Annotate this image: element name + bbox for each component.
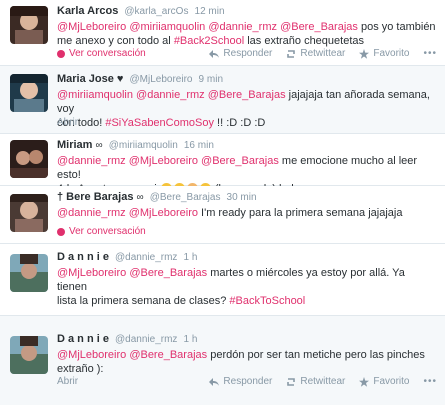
mention-link[interactable]: @Bere_Barajas: [201, 155, 279, 167]
tweet-text-part: I'm ready para la primera semana jajajaj…: [201, 207, 403, 219]
avatar[interactable]: [10, 336, 48, 374]
tweet-text-part: me anexo y con todo al: [57, 35, 171, 47]
tweet-timestamp[interactable]: 9 min: [199, 74, 223, 85]
reply-icon: [209, 49, 220, 58]
conversation-icon: [57, 227, 65, 236]
retweet-label: Retwittear: [300, 48, 346, 59]
reply-label: Responder: [223, 376, 273, 387]
tweet-item[interactable]: Maria Jose ♥ @MjLeboreiro 9 min @miriiam…: [0, 66, 445, 134]
tweet-item[interactable]: † Bere Barajas ∞ @Bere_Barajas 30 min @d…: [0, 186, 445, 244]
tweet-text: @MjLeboreiro @Bere_Barajas martes o miér…: [57, 266, 437, 308]
name-badge: ∞: [136, 192, 144, 203]
view-conversation-link[interactable]: Ver conversación: [57, 48, 146, 59]
mention-link[interactable]: @MjLeboreiro: [129, 207, 198, 219]
view-conversation-label: Ver conversación: [69, 226, 146, 237]
reply-label: Responder: [223, 48, 273, 59]
tweet-fullname[interactable]: D a n n i e: [57, 251, 109, 263]
mention-link[interactable]: @miriiamquolin: [129, 21, 205, 33]
tweet-username[interactable]: @miriiamquolin: [109, 140, 178, 151]
tweet-item[interactable]: Karla Arcos @karla_arcOs 12 min @MjLebor…: [0, 0, 445, 66]
tweet-text-part: pos yo también: [360, 21, 436, 33]
reply-button[interactable]: Responder: [209, 376, 272, 387]
mention-link[interactable]: @dannie_rmz: [57, 207, 126, 219]
mention-link[interactable]: @MjLeboreiro: [57, 267, 126, 279]
tweet-timestamp[interactable]: 16 min: [184, 140, 214, 151]
tweet-fullname[interactable]: D a n n i e: [57, 333, 109, 345]
tweet-item[interactable]: Miriam ∞ @miriiamquolin 16 min @dannie_r…: [0, 134, 445, 195]
tweet-fullname[interactable]: Karla Arcos: [57, 5, 118, 17]
star-icon: [359, 376, 370, 387]
hashtag-link[interactable]: #BackToSchool: [229, 295, 305, 307]
tweet-timestamp[interactable]: 30 min: [227, 192, 257, 203]
retweet-icon: [287, 377, 296, 386]
more-options-button[interactable]: •••: [423, 48, 437, 59]
tweet-username[interactable]: @MjLeboreiro: [130, 74, 193, 85]
favorite-label: Favorito: [373, 376, 410, 387]
mention-link[interactable]: @Bere_Barajas: [280, 21, 358, 33]
tweet-actions: Responder Retwittear Favorito •••: [209, 48, 437, 59]
avatar[interactable]: [10, 74, 48, 112]
retweet-label: Retwittear: [300, 376, 346, 387]
avatar[interactable]: [10, 194, 48, 232]
tweet-timestamp[interactable]: 1 h: [184, 252, 198, 263]
retweet-button[interactable]: Retwittear: [286, 376, 345, 387]
retweet-button[interactable]: Retwittear: [286, 48, 345, 59]
tweet-timestamp[interactable]: 12 min: [195, 6, 225, 17]
tweet-username[interactable]: @karla_arcOs: [124, 6, 188, 17]
avatar[interactable]: [10, 140, 48, 178]
tweet-fullname[interactable]: † Bere Barajas: [57, 191, 133, 203]
mention-link[interactable]: @Bere_Barajas: [208, 89, 286, 101]
tweet-text: @dannie_rmz @MjLeboreiro I'm ready para …: [57, 206, 437, 220]
tweet-item[interactable]: D a n n i e @dannie_rmz 1 h @MjLeboreiro…: [0, 316, 445, 405]
mention-link[interactable]: @Bere_Barajas: [129, 349, 207, 361]
tweet-item[interactable]: D a n n i e @dannie_rmz 1 h @MjLeboreiro…: [0, 244, 445, 316]
name-badge: ∞: [95, 140, 103, 151]
favorite-button[interactable]: Favorito: [359, 48, 409, 59]
mention-link[interactable]: @MjLeboreiro: [129, 155, 198, 167]
timeline: Karla Arcos @karla_arcOs 12 min @MjLebor…: [0, 0, 445, 405]
mention-link[interactable]: @miriiamquolin: [57, 89, 133, 101]
tweet-timestamp[interactable]: 1 h: [184, 334, 198, 345]
mention-link[interactable]: @Bere_Barajas: [129, 267, 207, 279]
reply-button[interactable]: Responder: [209, 48, 272, 59]
view-conversation-link[interactable]: Ver conversación: [57, 226, 146, 237]
retweet-icon: [287, 49, 296, 58]
mention-link[interactable]: @dannie_rmz: [57, 155, 126, 167]
tweet-text: @MjLeboreiro @miriiamquolin @dannie_rmz …: [57, 20, 437, 48]
tweet-username[interactable]: @dannie_rmz: [115, 334, 177, 345]
tweet-text-part: extraño ):: [57, 363, 104, 375]
star-icon: [359, 48, 370, 59]
tweet-actions: Responder Retwittear Favorito •••: [209, 376, 437, 387]
expand-tweet-link[interactable]: Abrir: [57, 376, 78, 387]
tweet-username[interactable]: @dannie_rmz: [115, 252, 177, 263]
mention-link[interactable]: @dannie_rmz: [136, 89, 205, 101]
mention-link[interactable]: @MjLeboreiro: [57, 21, 126, 33]
view-conversation-label: Ver conversación: [69, 48, 146, 59]
avatar[interactable]: [10, 254, 48, 292]
mention-link[interactable]: @MjLeboreiro: [57, 349, 126, 361]
tweet-text-part: perdón por ser tan metiche pero las pinc…: [210, 349, 425, 361]
tweet-fullname[interactable]: Maria Jose ♥: [57, 73, 123, 85]
favorite-button[interactable]: Favorito: [359, 376, 409, 387]
tweet-text-part: las extraño chequetetas: [247, 35, 365, 47]
hashtag-link[interactable]: #Back2School: [174, 35, 244, 47]
expand-tweet-link[interactable]: Abrir: [57, 117, 78, 128]
avatar[interactable]: [10, 6, 48, 44]
tweet-text: @MjLeboreiro @Bere_Barajas perdón por se…: [57, 348, 437, 376]
tweet-username[interactable]: @Bere_Barajas: [150, 192, 221, 203]
reply-icon: [209, 377, 220, 386]
favorite-label: Favorito: [373, 48, 410, 59]
more-options-button[interactable]: •••: [423, 376, 437, 387]
conversation-icon: [57, 49, 65, 58]
mention-link[interactable]: @dannie_rmz: [208, 21, 277, 33]
tweet-text-part: lista la primera semana de clases?: [57, 295, 227, 307]
tweet-fullname[interactable]: Miriam: [57, 139, 92, 151]
